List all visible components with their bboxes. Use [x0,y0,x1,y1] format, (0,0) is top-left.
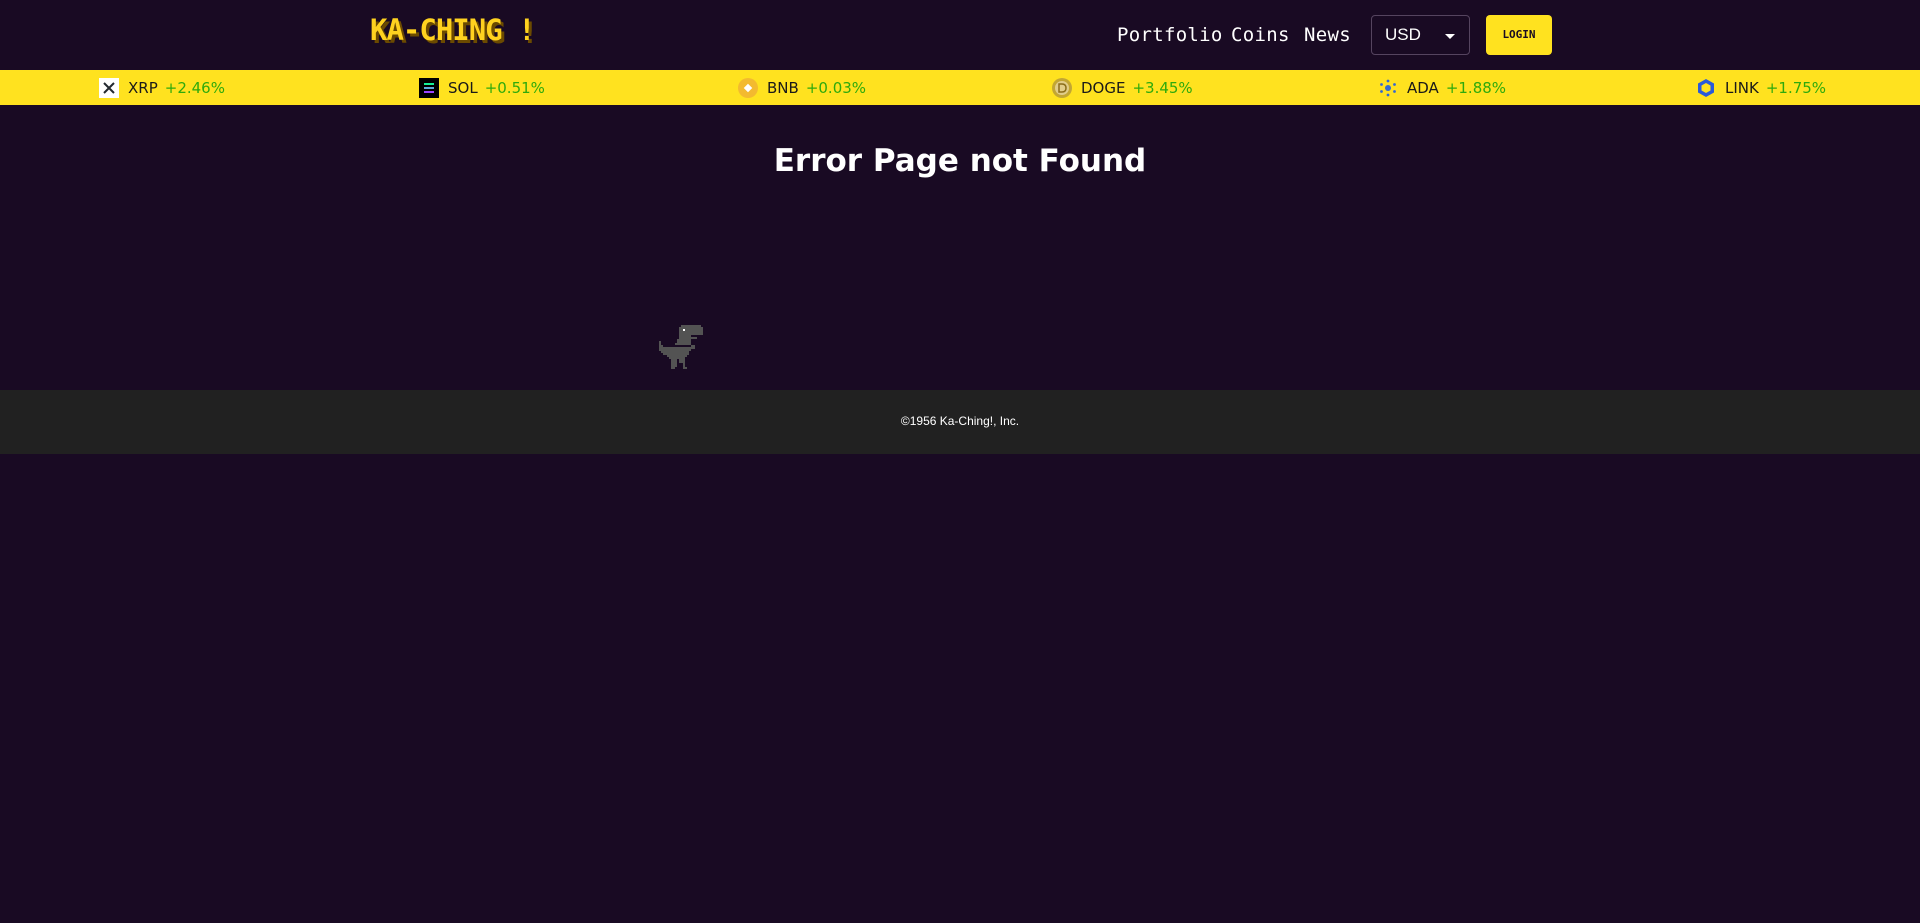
ticker-change: +3.45% [1132,78,1193,97]
ticker-change: +1.88% [1445,78,1507,97]
copyright-text: ©1956 Ka-Ching!, Inc. [900,414,1020,428]
chainlink-icon [1696,78,1716,98]
xrp-icon [99,77,119,98]
top-navbar: KA-CHING ! KA-CHING ! Portfolio Coins Ne… [0,0,1920,70]
ticker-symbol: ADA [1407,78,1439,97]
nav-link-news[interactable]: News [1304,24,1351,46]
nav-link-coins[interactable]: Coins [1231,24,1290,46]
ticker-item-doge[interactable]: DOGE +3.45% [1052,70,1193,105]
nav-link-portfolio[interactable]: Portfolio [1117,24,1223,46]
ticker-change: +2.46% [164,78,225,97]
dinosaur-icon [659,325,703,369]
solana-icon [419,77,439,98]
ticker-item-bnb[interactable]: BNB +0.03% [738,70,866,105]
ticker-change: +1.75% [1765,78,1827,97]
ticker-symbol: LINK [1725,78,1759,97]
ticker-item-link[interactable]: LINK +1.75% [1696,70,1826,105]
ticker-symbol: SOL [448,78,478,97]
ticker-item-sol[interactable]: SOL +0.51% [419,70,545,105]
ticker-item-xrp[interactable]: XRP +2.46% [99,70,225,105]
ticker-symbol: XRP [128,78,158,97]
ticker-change: +0.51% [484,78,545,97]
ticker-item-ada[interactable]: ADA +1.88% [1378,70,1506,105]
price-ticker: XRP +2.46% SOL +0.51% BNB +0.03% DOGE +3… [0,70,1920,105]
ticker-symbol: BNB [767,78,799,97]
bnb-icon [738,77,758,98]
ticker-change: +0.03% [805,78,867,97]
page-footer: ©1956 Ka-Ching!, Inc. [0,390,1920,454]
login-button[interactable]: LOGIN [1486,15,1552,55]
dogecoin-icon [1052,77,1072,98]
ka-ching-logo[interactable]: KA-CHING ! KA-CHING ! [370,15,564,49]
currency-select[interactable]: USD [1371,15,1470,55]
ticker-symbol: DOGE [1081,78,1126,97]
currency-select-value: USD [1385,25,1421,44]
page-title: Error Page not Found [773,143,1147,179]
logo-text: KA-CHING ! [370,15,535,47]
chevron-down-icon [1445,34,1455,39]
cardano-icon [1378,78,1398,98]
